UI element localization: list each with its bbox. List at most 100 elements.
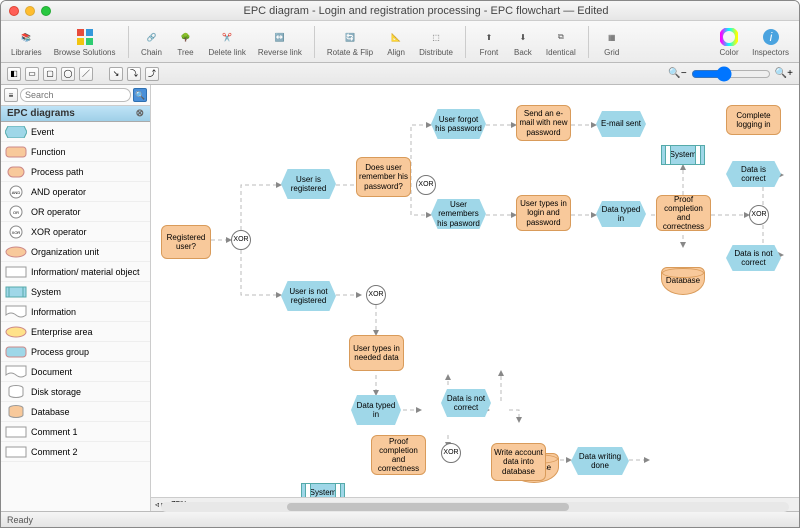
library-item-information[interactable]: Information xyxy=(1,302,150,322)
library-item-process-group[interactable]: Process group xyxy=(1,342,150,362)
ellipse-icon xyxy=(5,325,27,339)
node-data-typed-top[interactable]: Data typed in xyxy=(596,201,646,227)
node-user-not-registered[interactable]: User is not registered xyxy=(281,281,336,311)
tool-connector-3[interactable]: ⤴ xyxy=(145,67,159,81)
sys-icon xyxy=(5,285,27,299)
node-data-correct-top[interactable]: Data is correct xyxy=(726,161,781,187)
library-item-label: Database xyxy=(31,407,70,417)
library-item-label: Function xyxy=(31,147,66,157)
front-button[interactable]: ⬆Front xyxy=(474,26,504,57)
library-item-comment-1[interactable]: Comment 1 xyxy=(1,422,150,442)
browse-solutions-button[interactable]: Browse Solutions xyxy=(50,26,120,57)
library-item-label: Organization unit xyxy=(31,247,99,257)
node-write-account[interactable]: Write account data into database xyxy=(491,443,546,481)
zoom-out-icon[interactable]: 🔍− xyxy=(668,68,686,79)
zoom-window-button[interactable] xyxy=(41,6,51,16)
library-item-process-path[interactable]: Process path xyxy=(1,162,150,182)
node-xor-2[interactable]: XOR xyxy=(416,175,436,195)
color-button[interactable]: Color xyxy=(714,26,744,57)
node-xor-3[interactable]: XOR xyxy=(749,205,769,225)
library-item-label: Information/ material object xyxy=(31,267,140,277)
node-data-not-correct-bot[interactable]: Data is not correct xyxy=(441,389,491,417)
close-window-button[interactable] xyxy=(9,6,19,16)
identical-button[interactable]: ⧉Identical xyxy=(542,26,580,57)
node-xor-1[interactable]: XOR xyxy=(231,230,251,250)
library-item-enterprise-area[interactable]: Enterprise area xyxy=(1,322,150,342)
library-item-xor-operator[interactable]: XORXOR operator xyxy=(1,222,150,242)
node-database-top[interactable]: Database xyxy=(661,267,705,295)
grid-button[interactable]: ▦Grid xyxy=(597,26,627,57)
back-button[interactable]: ⬇Back xyxy=(508,26,538,57)
tool-pointer[interactable]: ▭ xyxy=(25,67,39,81)
sidebar-collapse-button[interactable]: ≡ xyxy=(4,88,18,102)
search-button[interactable]: 🔍 xyxy=(133,88,147,102)
circ-icon: OR xyxy=(5,205,27,219)
node-proof-top[interactable]: Proof completion and correctness xyxy=(656,195,711,231)
node-send-email[interactable]: Send an e-mail with new password xyxy=(516,105,571,141)
reverse-link-icon: ↔️ xyxy=(269,26,291,48)
rect-icon xyxy=(5,445,27,459)
tool-roundrect[interactable]: ▢ xyxy=(43,67,57,81)
library-item-disk-storage[interactable]: Disk storage xyxy=(1,382,150,402)
chain-button[interactable]: 🔗Chain xyxy=(137,26,167,57)
rotate-flip-button[interactable]: 🔄Rotate & Flip xyxy=(323,26,377,57)
library-item-function[interactable]: Function xyxy=(1,142,150,162)
node-system-top[interactable]: System xyxy=(661,145,705,165)
minimize-window-button[interactable] xyxy=(25,6,35,16)
node-does-remember[interactable]: Does user remember his password? xyxy=(356,157,411,197)
node-user-forgot[interactable]: User forgot his password xyxy=(431,109,486,139)
library-item-or-operator[interactable]: OROR operator xyxy=(1,202,150,222)
rotate-icon: 🔄 xyxy=(339,26,361,48)
node-data-not-correct-top[interactable]: Data is not correct xyxy=(726,245,781,271)
library-item-database[interactable]: Database xyxy=(1,402,150,422)
node-proof-bot[interactable]: Proof completion and correctness xyxy=(371,435,426,475)
svg-text:XOR: XOR xyxy=(12,230,21,235)
node-user-remembers[interactable]: User remembers his pasword xyxy=(431,199,486,229)
inspectors-button[interactable]: iInspectors xyxy=(748,26,793,57)
canvas-area[interactable]: Registered user? XOR User is registered … xyxy=(151,85,799,511)
library-item-event[interactable]: Event xyxy=(1,122,150,142)
close-icon[interactable]: ⊗ xyxy=(136,108,144,119)
tool-connector-1[interactable]: ↘ xyxy=(109,67,123,81)
node-registered-user[interactable]: Registered user? xyxy=(161,225,211,259)
search-input[interactable] xyxy=(20,88,131,102)
library-item-information-material-object[interactable]: Information/ material object xyxy=(1,262,150,282)
panel-toggle-button[interactable]: ◧ xyxy=(7,67,21,81)
shape-toolbar: ◧ ▭ ▢ ◯ ／ ↘ ⤵ ⤴ 🔍− 🔍+ xyxy=(1,63,799,85)
zoom-in-icon[interactable]: 🔍+ xyxy=(775,68,793,79)
library-item-label: Process path xyxy=(31,167,84,177)
library-item-organization-unit[interactable]: Organization unit xyxy=(1,242,150,262)
libraries-button[interactable]: 📚Libraries xyxy=(7,26,46,57)
tree-button[interactable]: 🌳Tree xyxy=(171,26,201,57)
library-item-label: Process group xyxy=(31,347,89,357)
node-complete-login[interactable]: Complete logging in xyxy=(726,105,781,135)
sidebar-header[interactable]: EPC diagrams ⊗ xyxy=(1,106,150,122)
node-user-registered[interactable]: User is registered xyxy=(281,169,336,199)
library-item-system[interactable]: System xyxy=(1,282,150,302)
horizontal-scrollbar[interactable] xyxy=(161,502,789,512)
node-user-types-needed[interactable]: User types in needed data xyxy=(349,335,404,371)
node-data-writing-done[interactable]: Data writing done xyxy=(571,447,629,475)
delete-link-icon: ✂️ xyxy=(216,26,238,48)
node-data-typed-bot[interactable]: Data typed in xyxy=(351,395,401,425)
node-xor-5[interactable]: XOR xyxy=(441,443,461,463)
node-user-types-login[interactable]: User types in login and password xyxy=(516,195,571,231)
tool-line[interactable]: ／ xyxy=(79,67,93,81)
chain-icon: 🔗 xyxy=(141,26,163,48)
node-email-sent[interactable]: E-mail sent xyxy=(596,111,646,137)
reverse-link-button[interactable]: ↔️Reverse link xyxy=(254,26,306,57)
tool-connector-2[interactable]: ⤵ xyxy=(127,67,141,81)
delete-link-button[interactable]: ✂️Delete link xyxy=(205,26,250,57)
library-item-document[interactable]: Document xyxy=(1,362,150,382)
node-xor-4[interactable]: XOR xyxy=(366,285,386,305)
distribute-button[interactable]: ⬚Distribute xyxy=(415,26,457,57)
tool-ellipse[interactable]: ◯ xyxy=(61,67,75,81)
circ-icon: AND xyxy=(5,185,27,199)
library-sidebar: ≡ 🔍 EPC diagrams ⊗ Event Function Process … xyxy=(1,85,151,511)
zoom-slider[interactable] xyxy=(691,66,771,82)
library-item-and-operator[interactable]: ANDAND operator xyxy=(1,182,150,202)
library-item-comment-2[interactable]: Comment 2 xyxy=(1,442,150,462)
doc-icon xyxy=(5,305,27,319)
library-item-label: Comment 1 xyxy=(31,427,78,437)
align-button[interactable]: 📐Align xyxy=(381,26,411,57)
